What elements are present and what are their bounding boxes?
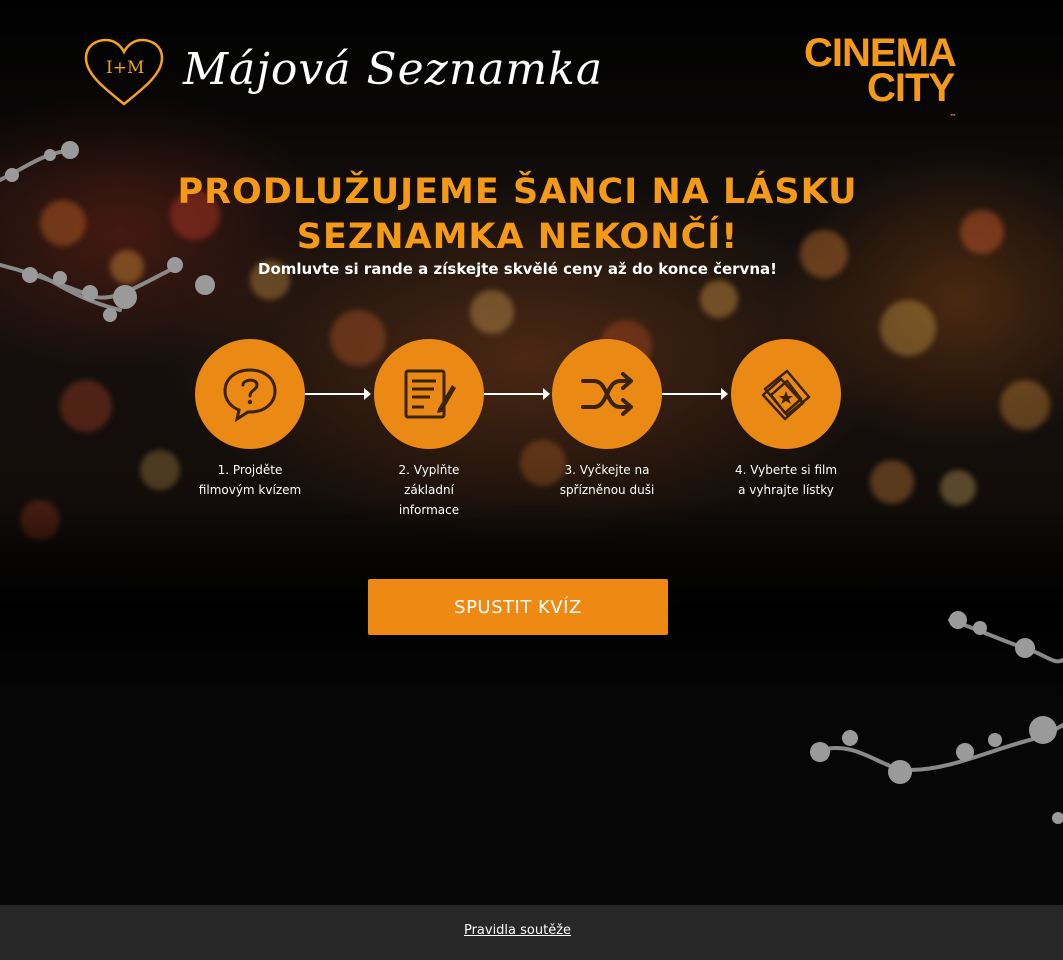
cinema-city-logo[interactable]: CINEMA CITY ™ [804,33,958,120]
shuffle-icon [581,372,633,416]
step-2-label-line-3: informace [398,503,460,517]
blossom-branch-right-icon [810,611,1063,824]
footer: Pravidla soutěže [0,905,1063,960]
step-3-label: 3. Vyčkejte na spřízněnou duši [532,460,682,500]
headline-line-2: SEZNAMKA NEKONČÍ! [296,217,739,257]
step-3-label-line-1: 3. Vyčkejte na [564,463,650,477]
form-pencil-icon [404,369,456,419]
step-3-circle [552,339,662,449]
start-quiz-button[interactable]: SPUSTIT KVÍZ [368,579,668,635]
movie-tickets-icon [761,369,811,421]
step-1-label-line-2: filmovým kvízem [198,483,302,497]
step-2-circle [374,339,484,449]
step-4-label-line-2: a vyhrajte lístky [738,483,834,497]
headline-line-1: PRODLUŽUJEME ŠANCI NA LÁSKU [177,172,858,212]
step-3: 3. Vyčkejte na spřízněnou duši [552,339,662,497]
question-bubble-icon [223,368,277,423]
step-3-label-line-2: spřízněnou duši [559,483,655,497]
step-2-label-line-1: 2. Vyplňte [398,463,460,477]
brand-line-2: CITY [867,66,955,110]
step-2-label-line-2: základní [404,483,454,497]
step-1-label-line-1: 1. Projděte [217,463,283,477]
step-1-label: 1. Projděte filmovým kvízem [175,460,325,500]
step-arrow-3 [662,388,728,400]
logo-title: Májová Seznamka [183,44,604,95]
step-arrow-1 [305,388,371,400]
step-4-circle [731,339,841,449]
brand-trademark: ™ [950,114,956,120]
step-4: 4. Vyberte si film a vyhrajte lístky [731,339,841,497]
step-1: 1. Projděte filmovým kvízem [195,339,305,497]
step-1-circle [195,339,305,449]
step-4-label: 4. Vyberte si film a vyhrajte lístky [711,460,861,500]
step-4-label-line-1: 4. Vyberte si film [734,463,838,477]
page-headline: PRODLUŽUJEME ŠANCI NA LÁSKU SEZNAMKA NEK… [0,170,1035,260]
logo-monogram: I+M [106,58,145,78]
step-2: 2. Vyplňte základní informace [374,339,484,517]
step-2-label: 2. Vyplňte základní informace [354,460,504,520]
page-subtitle: Domluvte si rande a získejte skvělé ceny… [258,260,777,278]
rules-link[interactable]: Pravidla soutěže [0,923,1035,938]
step-arrow-2 [484,388,550,400]
